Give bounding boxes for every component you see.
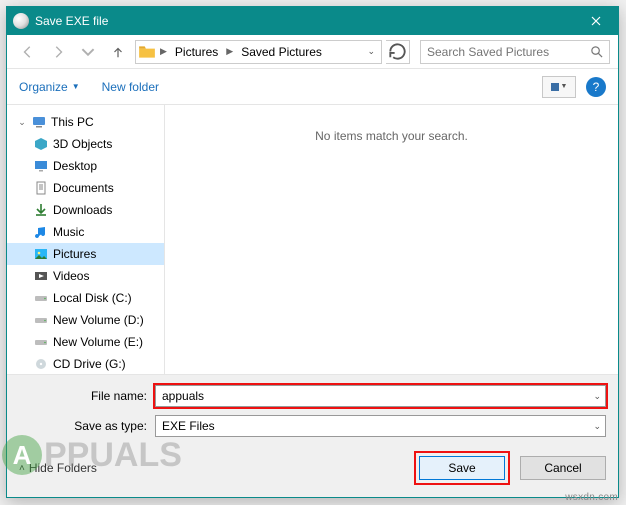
view-options-button[interactable]: ▼ — [542, 76, 576, 98]
filename-row: File name: ⌄ — [19, 385, 606, 407]
navbar: ▶ Pictures ▶ Saved Pictures ⌄ — [7, 35, 618, 69]
expand-icon[interactable]: ⌄ — [17, 117, 27, 128]
saveastype-value: EXE Files — [162, 419, 215, 433]
refresh-icon — [386, 40, 409, 63]
dialog-body: ⌄ This PC 3D Objects Desktop Documents D… — [7, 105, 618, 374]
drive-icon — [33, 334, 49, 350]
chevron-down-icon: ▼ — [561, 83, 568, 90]
new-folder-button[interactable]: New folder — [102, 80, 159, 94]
file-list-area[interactable]: No items match your search. — [165, 105, 618, 374]
save-label: Save — [448, 461, 475, 475]
arrow-right-icon — [51, 45, 65, 59]
refresh-button[interactable] — [386, 40, 410, 64]
tree-label: Videos — [53, 269, 89, 283]
cancel-label: Cancel — [544, 461, 581, 475]
chevron-down-icon — [81, 45, 95, 59]
forward-button[interactable] — [45, 40, 71, 64]
pc-icon — [31, 114, 47, 130]
drive-icon — [33, 290, 49, 306]
tree-node-documents[interactable]: Documents — [7, 177, 164, 199]
desktop-icon — [33, 158, 49, 174]
tree-node-videos[interactable]: Videos — [7, 265, 164, 287]
tree-label: CD Drive (G:) — [53, 357, 126, 371]
videos-icon — [33, 268, 49, 284]
back-button[interactable] — [15, 40, 41, 64]
tree-node-new-volume-d[interactable]: New Volume (D:) — [7, 309, 164, 331]
nav-tree: ⌄ This PC 3D Objects Desktop Documents D… — [7, 105, 165, 374]
address-bar[interactable]: ▶ Pictures ▶ Saved Pictures ⌄ — [135, 40, 382, 64]
tree-label: This PC — [51, 115, 94, 129]
tree-label: Music — [53, 225, 84, 239]
recent-locations-button[interactable] — [75, 40, 101, 64]
arrow-left-icon — [21, 45, 35, 59]
toolbar: Organize ▼ New folder ▼ ? — [7, 69, 618, 105]
tree-node-this-pc[interactable]: ⌄ This PC — [7, 111, 164, 133]
up-button[interactable] — [105, 40, 131, 64]
search-box[interactable] — [420, 40, 610, 64]
tree-node-music[interactable]: Music — [7, 221, 164, 243]
saveastype-row: Save as type: EXE Files ⌄ — [19, 415, 606, 437]
chevron-right-icon[interactable]: ▶ — [158, 46, 169, 57]
breadcrumb-saved-pictures[interactable]: Saved Pictures — [237, 45, 326, 59]
saveastype-select[interactable]: EXE Files ⌄ — [155, 415, 606, 437]
tree-node-pictures[interactable]: Pictures — [7, 243, 164, 265]
tree-label: New Volume (E:) — [53, 335, 143, 349]
search-icon — [590, 45, 603, 58]
drive-icon — [33, 312, 49, 328]
music-icon — [33, 224, 49, 240]
downloads-icon — [33, 202, 49, 218]
tree-label: 3D Objects — [53, 137, 112, 151]
chevron-right-icon[interactable]: ▶ — [224, 46, 235, 57]
app-icon — [13, 13, 29, 29]
tree-label: Local Disk (C:) — [53, 291, 132, 305]
saveastype-label: Save as type: — [19, 419, 147, 433]
tree-label: Desktop — [53, 159, 97, 173]
tree-node-3d-objects[interactable]: 3D Objects — [7, 133, 164, 155]
close-button[interactable] — [574, 7, 618, 35]
watermark: wsxdn.com — [565, 492, 618, 503]
documents-icon — [33, 180, 49, 196]
address-dropdown-icon[interactable]: ⌄ — [363, 46, 379, 57]
chevron-down-icon[interactable]: ⌄ — [593, 421, 601, 432]
save-button[interactable]: Save — [419, 456, 505, 480]
organize-label: Organize — [19, 80, 68, 94]
tree-node-downloads[interactable]: Downloads — [7, 199, 164, 221]
folder-icon — [138, 44, 156, 60]
empty-message: No items match your search. — [315, 129, 468, 143]
tree-label: Downloads — [53, 203, 112, 217]
tree-node-local-disk-c[interactable]: Local Disk (C:) — [7, 287, 164, 309]
tree-node-desktop[interactable]: Desktop — [7, 155, 164, 177]
view-icon — [551, 83, 559, 91]
chevron-down-icon: ▼ — [72, 82, 80, 91]
pictures-icon — [33, 246, 49, 262]
tree-label: Pictures — [53, 247, 96, 261]
close-icon — [591, 16, 601, 26]
filename-label: File name: — [19, 389, 147, 403]
help-button[interactable]: ? — [586, 77, 606, 97]
search-input[interactable] — [427, 45, 586, 59]
tree-node-new-volume-e[interactable]: New Volume (E:) — [7, 331, 164, 353]
tree-label: Documents — [53, 181, 114, 195]
cd-drive-icon — [33, 356, 49, 372]
breadcrumb-pictures[interactable]: Pictures — [171, 45, 222, 59]
tree-node-cd-drive-g[interactable]: CD Drive (G:) — [7, 353, 164, 374]
filename-field[interactable] — [162, 389, 599, 403]
brand-overlay: A PPUALS — [2, 435, 182, 475]
tree-label: New Volume (D:) — [53, 313, 144, 327]
titlebar: Save EXE file — [7, 7, 618, 35]
chevron-down-icon[interactable]: ⌄ — [593, 391, 601, 402]
brand-badge-icon: A — [2, 435, 42, 475]
arrow-up-icon — [111, 45, 125, 59]
window-title: Save EXE file — [35, 14, 574, 28]
organize-button[interactable]: Organize ▼ — [19, 80, 80, 94]
cube-icon — [33, 136, 49, 152]
help-icon: ? — [593, 80, 600, 94]
brand-text: PPUALS — [44, 436, 182, 475]
filename-input[interactable]: ⌄ — [155, 385, 606, 407]
save-file-dialog: Save EXE file ▶ Pictures ▶ Saved Picture… — [6, 6, 619, 498]
save-highlight: Save — [414, 451, 510, 485]
cancel-button[interactable]: Cancel — [520, 456, 606, 480]
